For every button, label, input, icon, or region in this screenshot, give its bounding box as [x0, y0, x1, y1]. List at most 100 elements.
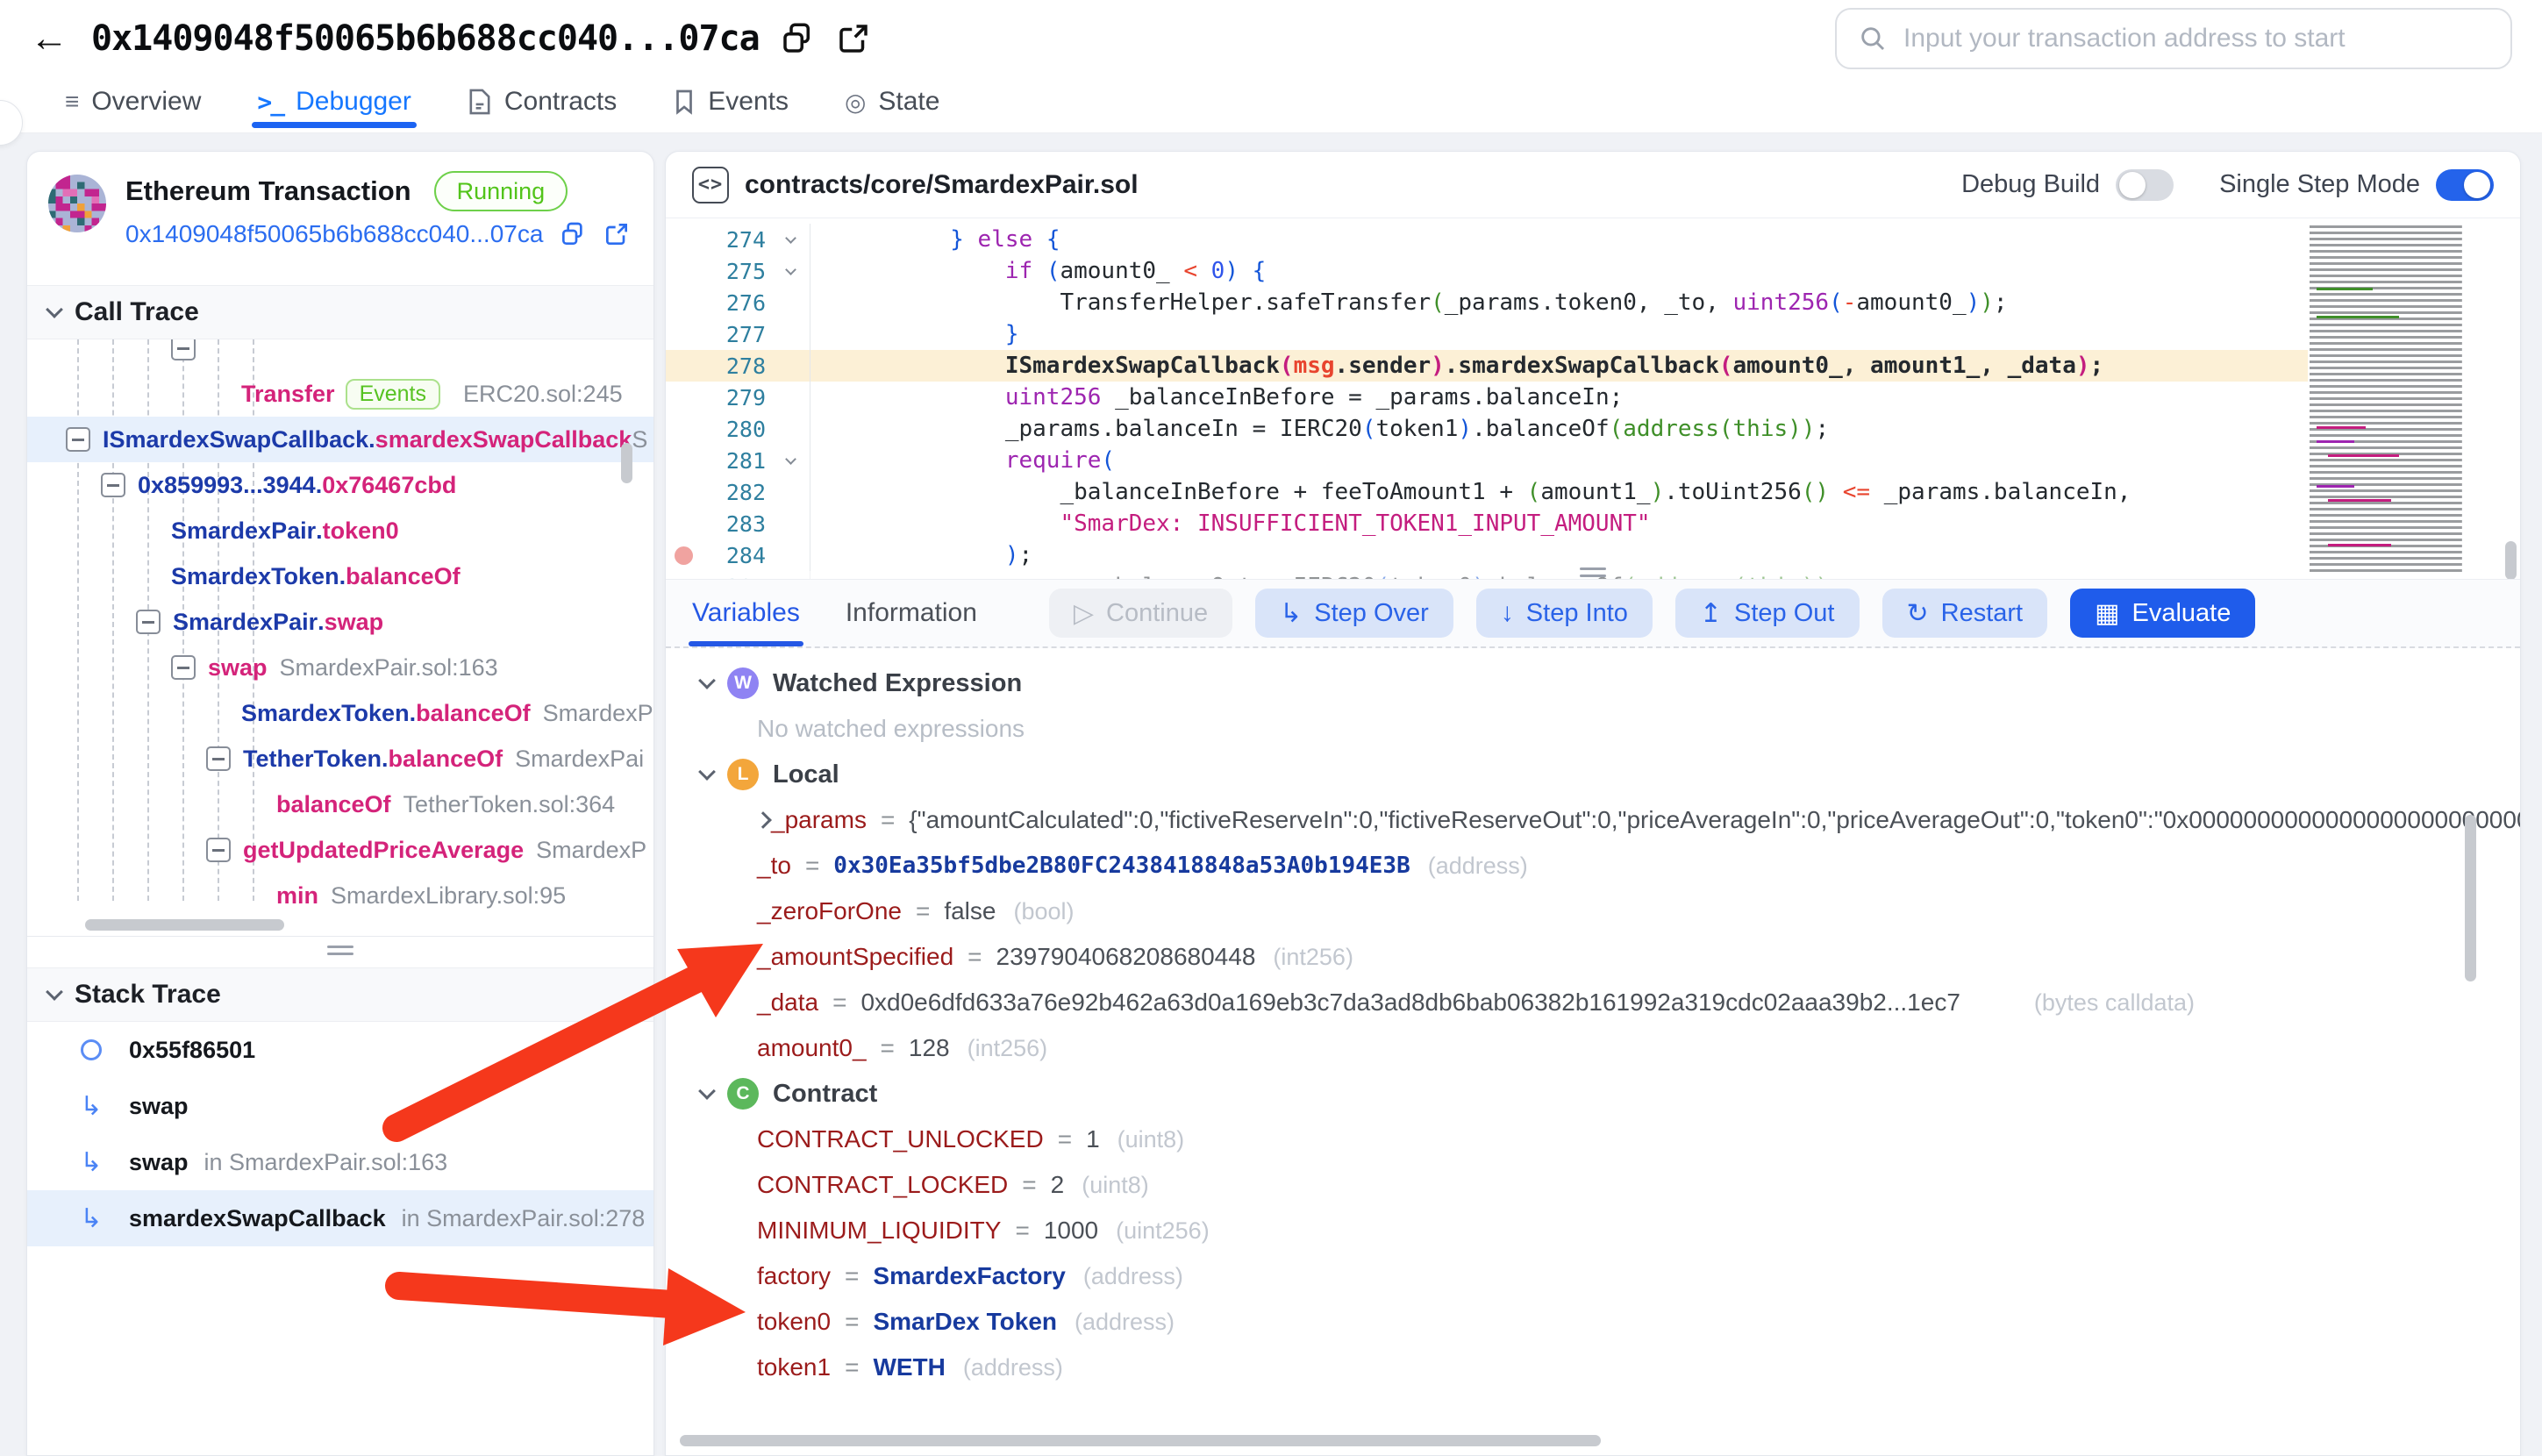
call-trace-header[interactable]: Call Trace	[27, 285, 653, 339]
stack-trace-row[interactable]: 0x55f86501	[27, 1022, 653, 1078]
line-number[interactable]: 283	[666, 511, 771, 537]
variable-row[interactable]: CONTRACT_UNLOCKED=1(uint8)	[701, 1117, 2520, 1162]
code-line[interactable]: 284 );	[666, 539, 2308, 571]
minimap[interactable]	[2310, 225, 2496, 572]
open-hash-icon[interactable]	[603, 220, 631, 248]
line-number[interactable]: 280	[666, 417, 771, 442]
step-into-button[interactable]: ↓Step Into	[1476, 589, 1653, 638]
variable-row[interactable]: _params={"amountCalculated":0,"fictiveRe…	[701, 797, 2520, 843]
code-line[interactable]: 276 TransferHelper.safeTransfer(_params.…	[666, 287, 2308, 318]
variable-row[interactable]: _to=0x30Ea35bf5dbe2B80FC2438418848a53A0b…	[701, 843, 2520, 889]
tab-variables[interactable]: Variables	[692, 580, 800, 646]
code-line[interactable]: 281 require(	[666, 445, 2308, 476]
code-line[interactable]: 275 if (amount0_ < 0) {	[666, 255, 2308, 287]
chevron-right-icon[interactable]	[754, 811, 772, 829]
evaluate-button[interactable]: ▦Evaluate	[2070, 589, 2255, 638]
call-trace-row[interactable]: SmardexPair.swap	[27, 599, 653, 645]
variable-row[interactable]: CONTRACT_LOCKED=2(uint8)	[701, 1162, 2520, 1208]
copy-icon[interactable]	[779, 20, 816, 57]
line-number[interactable]: 276	[666, 290, 771, 316]
stack-trace-header[interactable]: Stack Trace	[27, 967, 653, 1022]
continue-button[interactable]: ▷Continue	[1049, 589, 1232, 638]
call-trace-row[interactable]: TetherToken.balanceOfSmardexPai	[27, 736, 653, 782]
code-line[interactable]: 283 "SmarDex: INSUFFICIENT_TOKEN1_INPUT_…	[666, 508, 2308, 539]
code-line[interactable]: 274 } else {	[666, 224, 2308, 255]
copy-hash-icon[interactable]	[559, 220, 587, 248]
code-line[interactable]: 285 _params.balanceOut = IERC20(token0).…	[666, 571, 2308, 579]
restart-button[interactable]: ↻Restart	[1882, 589, 2048, 638]
step-out-button[interactable]: ↥Step Out	[1675, 589, 1860, 638]
call-trace-row[interactable]: swapSmardexPair.sol:163	[27, 645, 653, 690]
code-line[interactable]: 278 ISmardexSwapCallback(msg.sender).sma…	[666, 350, 2308, 382]
stack-trace-row[interactable]: ↳swap	[27, 1078, 653, 1134]
line-number[interactable]: 274	[666, 227, 771, 253]
call-trace-row[interactable]: SmardexToken.balanceOf	[27, 553, 653, 599]
call-trace-row[interactable]: 0x859993...3944.0x76467cbd	[27, 462, 653, 508]
collapse-box-icon[interactable]	[66, 427, 90, 452]
search-input[interactable]	[1903, 24, 2489, 54]
line-number[interactable]: 285	[666, 575, 771, 580]
back-icon[interactable]: ←	[30, 17, 68, 61]
variable-row[interactable]: _amountSpecified=2397904068208680448(int…	[701, 934, 2520, 980]
fold-chevron-icon[interactable]	[771, 269, 810, 274]
tab-debugger[interactable]: >_ Debugger	[257, 77, 411, 126]
line-number[interactable]: 282	[666, 480, 771, 505]
code-line[interactable]: 282 _balanceInBefore + feeToAmount1 + (a…	[666, 476, 2308, 508]
collapse-box-icon[interactable]	[171, 339, 196, 360]
variables-section-header[interactable]: CContract	[701, 1071, 2520, 1117]
tab-overview[interactable]: ≡ Overview	[65, 77, 201, 126]
variable-row[interactable]: factory=SmardexFactory(address)	[701, 1253, 2520, 1299]
collapse-box-icon[interactable]	[206, 838, 231, 862]
transaction-hash-link[interactable]: 0x1409048f50065b6b688cc040...07ca	[125, 220, 543, 248]
variable-row[interactable]: amount0_=128(int256)	[701, 1025, 2520, 1071]
variable-row[interactable]: _zeroForOne=false(bool)	[701, 889, 2520, 934]
variables-hscrollbar[interactable]	[680, 1435, 1601, 1446]
tab-bar: ≡ Overview >_ Debugger Contracts Events …	[0, 77, 2542, 133]
fold-chevron-icon[interactable]	[771, 459, 810, 463]
stack-trace-row[interactable]: ↳swapin SmardexPair.sol:163	[27, 1134, 653, 1190]
line-number[interactable]: 278	[666, 353, 771, 379]
tree-vscrollbar[interactable]	[621, 443, 632, 483]
tab-information[interactable]: Information	[846, 580, 977, 646]
breakpoint-icon[interactable]	[675, 546, 693, 565]
single-step-toggle[interactable]	[2436, 169, 2494, 201]
call-trace-row[interactable]	[27, 339, 653, 371]
call-trace-row[interactable]: minSmardexLibrary.sol:95	[27, 873, 653, 918]
line-number[interactable]: 279	[666, 385, 771, 410]
code-line[interactable]: 280 _params.balanceIn = IERC20(token1).b…	[666, 413, 2308, 445]
call-trace-row[interactable]: ISmardexSwapCallback.smardexSwapCallback…	[27, 417, 653, 462]
stack-trace-row[interactable]: ↳smardexSwapCallbackin SmardexPair.sol:2…	[27, 1190, 653, 1246]
variables-vscrollbar[interactable]	[2465, 815, 2476, 981]
call-trace-row[interactable]: balanceOfTetherToken.sol:364	[27, 782, 653, 827]
call-trace-row[interactable]: SmardexPair.token0	[27, 508, 653, 553]
code-line[interactable]: 277 }	[666, 318, 2308, 350]
line-number[interactable]: 277	[666, 322, 771, 347]
variables-section-header[interactable]: WWatched Expression	[701, 660, 2520, 706]
call-trace-row[interactable]: SmardexToken.balanceOfSmardexP	[27, 690, 653, 736]
collapse-box-icon[interactable]	[101, 473, 125, 497]
collapse-box-icon[interactable]	[136, 610, 161, 634]
fold-chevron-icon[interactable]	[771, 238, 810, 242]
tree-hscrollbar[interactable]	[85, 919, 284, 931]
code-line[interactable]: 279 uint256 _balanceInBefore = _params.b…	[666, 382, 2308, 413]
code-scrollbar[interactable]	[2501, 218, 2520, 579]
debug-build-toggle[interactable]	[2116, 169, 2174, 201]
collapse-box-icon[interactable]	[206, 746, 231, 771]
step-over-button[interactable]: ↳Step Over	[1255, 589, 1453, 638]
line-number[interactable]: 275	[666, 259, 771, 284]
resize-handle[interactable]	[1580, 567, 1606, 582]
tab-contracts[interactable]: Contracts	[468, 77, 617, 126]
call-trace-row[interactable]: TransferEventsERC20.sol:245	[27, 371, 653, 417]
variable-row[interactable]: token1=WETH(address)	[701, 1345, 2520, 1390]
call-trace-row[interactable]: getUpdatedPriceAverageSmardexP	[27, 827, 653, 873]
external-link-icon[interactable]	[835, 20, 872, 57]
tab-events[interactable]: Events	[673, 77, 789, 126]
variable-row[interactable]: token0=SmarDex Token(address)	[701, 1299, 2520, 1345]
variable-row[interactable]: MINIMUM_LIQUIDITY=1000(uint256)	[701, 1208, 2520, 1253]
collapse-box-icon[interactable]	[171, 655, 196, 680]
line-number[interactable]: 281	[666, 448, 771, 474]
tab-state[interactable]: ◎ State	[845, 77, 940, 126]
resize-handle[interactable]	[327, 946, 353, 960]
variables-section-header[interactable]: LLocal	[701, 752, 2520, 797]
variable-row[interactable]: _data=0xd0e6dfd633a76e92b462a63d0a169eb3…	[701, 980, 2520, 1025]
